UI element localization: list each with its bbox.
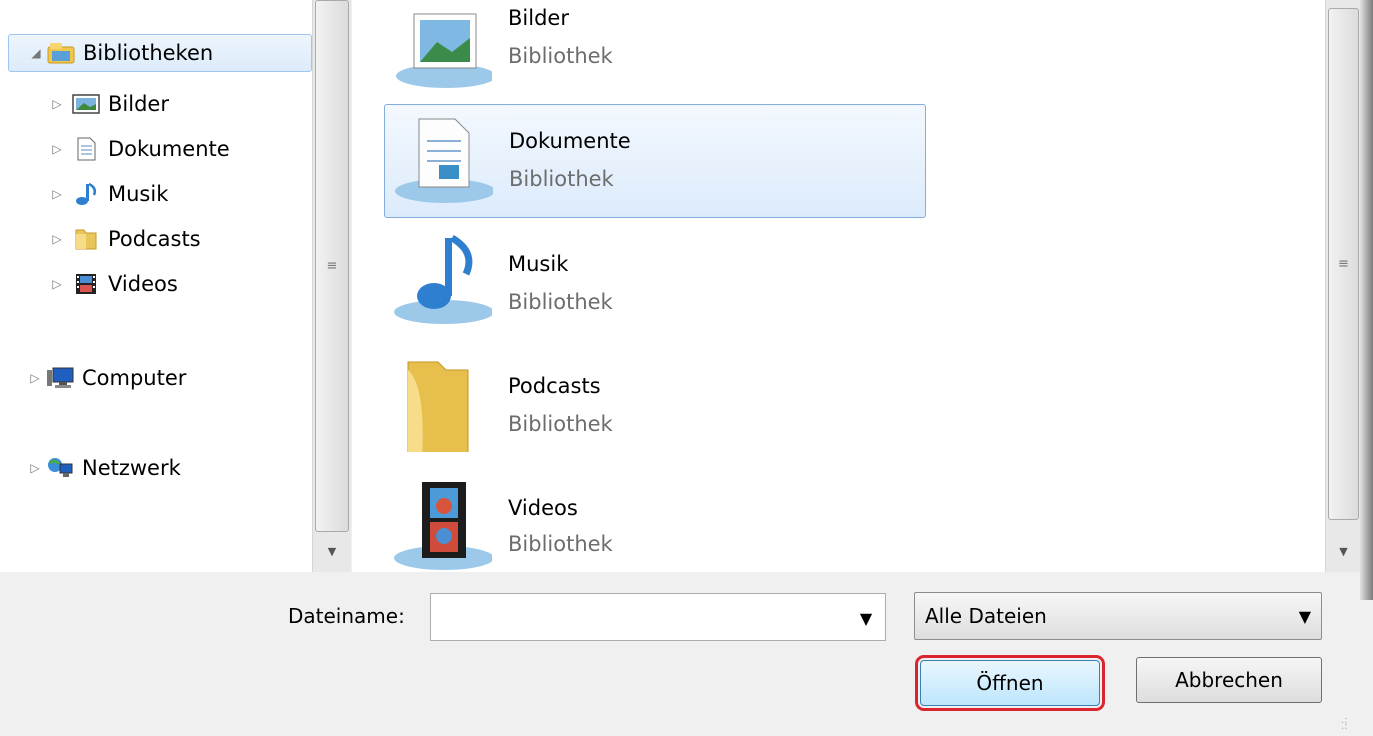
nav-scrollbar[interactable]: ≡ ▼ [312,0,351,572]
resize-grip-icon[interactable]: .:.: [1341,716,1355,732]
file-open-dialog: ◢ Bibliotheken ▷ Bilder ▷ Dokumente ▷ Mu… [0,0,1373,736]
library-item-music[interactable]: Musik Bibliothek [384,226,924,338]
nav-item-videos[interactable]: ▷ Videos [50,266,178,302]
library-item-documents[interactable]: Dokumente Bibliothek [384,104,926,218]
folder-icon [392,356,492,460]
library-type: Bibliothek [508,532,613,556]
library-name: Bilder [508,6,569,30]
filename-label: Dateiname: [288,604,405,628]
library-name: Dokumente [509,129,631,153]
nav-item-computer[interactable]: ▷ Computer [28,360,186,396]
nav-item-pictures[interactable]: ▷ Bilder [50,86,169,122]
nav-label: Podcasts [108,227,201,251]
nav-item-documents[interactable]: ▷ Dokumente [50,131,230,167]
nav-item-music[interactable]: ▷ Musik [50,176,168,212]
open-button[interactable]: Öffnen [915,655,1105,711]
scroll-down-icon[interactable]: ▼ [1326,540,1361,562]
pictures-icon [392,0,496,90]
folder-icon [72,227,100,251]
nav-scrollbar-thumb[interactable]: ≡ [315,0,349,532]
chevron-down-icon[interactable]: ▼ [1299,607,1311,626]
content-scrollbar-thumb[interactable]: ≡ [1328,8,1359,520]
scroll-down-icon[interactable]: ▼ [313,540,351,562]
collapsed-arrow-icon[interactable]: ▷ [28,371,42,385]
grip-icon: ≡ [1338,256,1349,272]
network-icon [46,456,74,480]
content-pane: Bilder Bibliothek Dokumente Bibliothek M… [352,0,1325,572]
filename-input[interactable] [430,593,886,641]
videos-icon [72,272,100,296]
nav-label: Musik [108,182,169,206]
nav-label: Netzwerk [82,456,181,480]
videos-icon [392,476,494,572]
expanded-arrow-icon[interactable]: ◢ [29,46,43,60]
libraries-icon [47,41,75,65]
nav-item-podcasts[interactable]: ▷ Podcasts [50,221,201,257]
collapsed-arrow-icon[interactable]: ▷ [28,461,42,475]
nav-label: Videos [108,272,178,296]
nav-label: Dokumente [108,137,230,161]
library-type: Bibliothek [508,412,613,436]
cancel-button[interactable]: Abbrechen [1136,657,1322,703]
content-scrollbar[interactable]: ≡ ▼ [1325,0,1361,572]
collapsed-arrow-icon[interactable]: ▷ [50,97,64,111]
music-icon [392,234,494,330]
nav-label: Bibliotheken [83,41,214,65]
pictures-icon [72,92,100,116]
chevron-down-icon[interactable]: ▼ [848,598,884,638]
collapsed-arrow-icon[interactable]: ▷ [50,187,64,201]
library-item-pictures[interactable]: Bilder Bibliothek [384,0,924,98]
grip-icon: ≡ [326,258,338,274]
nav-label: Bilder [108,92,169,116]
library-name: Videos [508,496,578,520]
nav-item-network[interactable]: ▷ Netzwerk [28,450,181,486]
library-item-podcasts[interactable]: Podcasts Bibliothek [384,348,924,460]
library-type: Bibliothek [508,290,613,314]
collapsed-arrow-icon[interactable]: ▷ [50,232,64,246]
filetype-value: Alle Dateien [925,604,1047,628]
nav-label: Computer [82,366,187,390]
filetype-select[interactable]: Alle Dateien ▼ [914,592,1322,640]
music-icon [72,182,100,206]
navigation-pane: ◢ Bibliotheken ▷ Bilder ▷ Dokumente ▷ Mu… [0,0,312,572]
window-edge [1360,0,1373,600]
documents-icon [393,113,495,209]
documents-icon [72,137,100,161]
library-name: Musik [508,252,569,276]
collapsed-arrow-icon[interactable]: ▷ [50,277,64,291]
library-type: Bibliothek [509,167,614,191]
computer-icon [46,366,74,390]
library-type: Bibliothek [508,44,613,68]
library-item-videos[interactable]: Videos Bibliothek [384,468,924,580]
nav-item-libraries[interactable]: ◢ Bibliotheken [8,34,312,72]
library-name: Podcasts [508,374,601,398]
collapsed-arrow-icon[interactable]: ▷ [50,142,64,156]
